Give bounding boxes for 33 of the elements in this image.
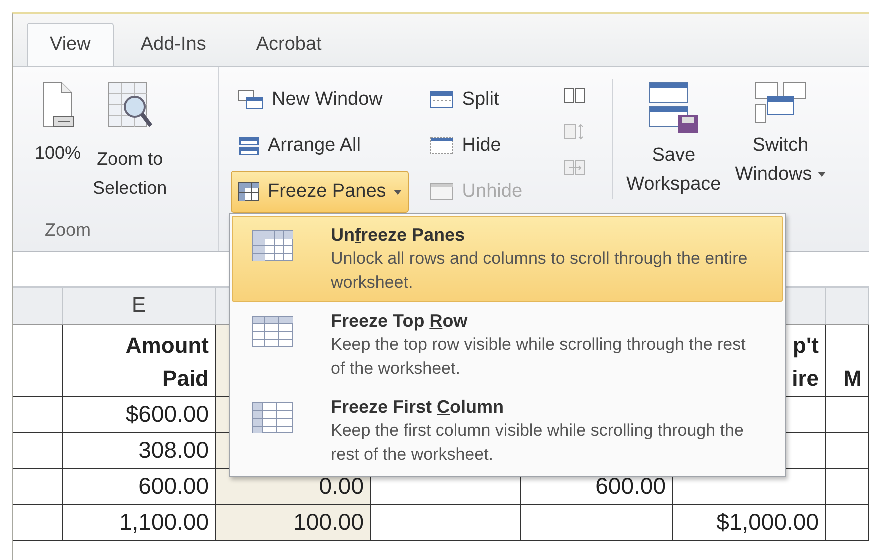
ribbon-button[interactable]: Hide (423, 125, 530, 167)
ribbon-tab[interactable]: Add-Ins (118, 23, 230, 66)
windows-icon (238, 90, 264, 110)
menu-item-description: Unlock all rows and columns to scroll through the entire worksheet. (331, 248, 749, 294)
table-grid-icon (238, 182, 260, 202)
table-cell: 100.00 (216, 505, 371, 541)
window-icon (430, 91, 454, 109)
ribbon-tab[interactable]: View (27, 23, 114, 66)
table-cell: $1,000.00 (673, 505, 826, 541)
menu-item[interactable]: Unfreeze Panes Unlock all rows and columns to scroll through the entire worksheet. (232, 216, 783, 302)
menu-item-title: Unfreeze Panes (331, 224, 466, 247)
icon-button[interactable] (564, 87, 586, 105)
menu-item-description: Keep the first column visible while scrolling through the rest of the worksheet. (331, 420, 745, 466)
menu-item-title: Freeze First Column (331, 396, 506, 419)
window-icon (430, 137, 454, 155)
page-arrows-icon (564, 123, 586, 141)
window-icon (430, 183, 454, 201)
zoom-button[interactable]: Zoom to Selection (93, 81, 168, 220)
two-pages-icon (564, 87, 586, 105)
ribbon-button[interactable]: New Window (231, 79, 410, 121)
ribbon-button[interactable]: Split (423, 79, 530, 121)
table-cell: M (826, 325, 869, 397)
large-button[interactable]: Switch Windows (735, 79, 826, 189)
column-header[interactable]: E (63, 288, 216, 324)
stacked-windows-icon (238, 136, 260, 156)
ribbon-button[interactable]: Arrange All (231, 125, 410, 167)
large-button[interactable]: Save Workspace (626, 79, 722, 199)
zoom-button[interactable]: 100% (35, 81, 82, 220)
ribbon-button[interactable]: Freeze Panes (231, 171, 410, 213)
ribbon-tab[interactable]: Acrobat (233, 23, 345, 66)
group-label: Zoom (44, 220, 92, 242)
two-pages-arrow-icon (564, 159, 586, 177)
menu-item-title: Freeze Top Row (331, 310, 469, 333)
